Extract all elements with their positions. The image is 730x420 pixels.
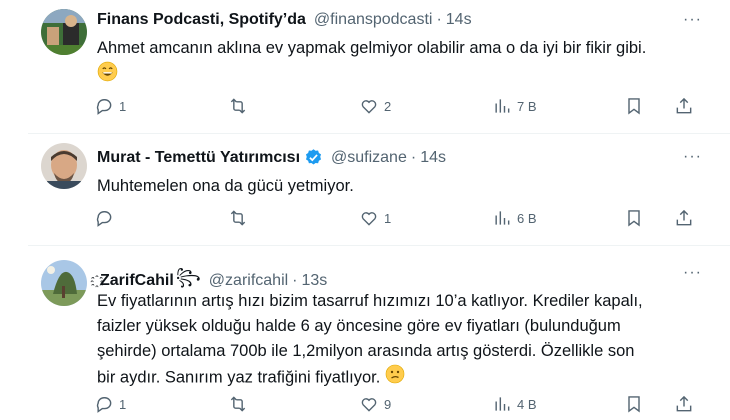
view-count: 7 B [517,98,537,114]
more-options-button[interactable]: ··· [683,148,702,166]
tweet-actions: 1 2 7 B [94,96,692,120]
reply-button[interactable]: 1 [94,394,126,414]
share-icon [676,209,692,226]
more-options-button[interactable]: ··· [683,264,702,282]
display-name[interactable]: Murat - Temettü Yatırımcısı [97,149,300,167]
heart-icon [361,398,377,412]
user-handle[interactable]: @sufizane [331,149,407,167]
reply-count: 1 [119,98,127,114]
verified-badge-icon [305,149,322,165]
tweet-text-content: Muhtemelen ona da gücü yetmiyor. [97,177,354,195]
like-count: 2 [384,98,392,114]
share-icon [676,395,692,412]
bookmark-icon [628,98,640,115]
share-button[interactable] [674,96,694,116]
tweet-1[interactable]: Finans Podcasti, Spotify’da @finanspodca… [0,0,730,133]
views-button[interactable]: 6 B [492,208,537,228]
analytics-icon [495,211,510,225]
views-button[interactable]: 7 B [492,96,537,116]
share-button[interactable] [674,394,694,414]
user-handle[interactable]: @zarifcahil [209,272,288,290]
separator-dot: · [410,148,417,166]
separator-dot: · [436,11,442,28]
bookmark-button[interactable] [624,96,644,116]
avatar[interactable] [41,260,87,306]
like-button[interactable]: 1 [359,208,391,228]
reply-icon [96,211,112,227]
view-count: 4 B [517,396,537,412]
timestamp[interactable]: 14s [420,149,446,167]
grinning-face-emoji-icon [97,61,118,90]
tweet-header: Finans Podcasti, Spotify’da @finanspodca… [97,11,472,29]
analytics-icon [495,99,510,113]
display-name[interactable]: Finans Podcasti, Spotify’da [97,11,306,29]
like-button[interactable]: 9 [359,394,391,414]
retweet-icon [230,396,246,412]
share-icon [676,97,692,114]
view-count: 6 B [517,210,537,226]
retweet-icon [230,210,246,226]
tweet-actions: 1 9 4 B [94,394,692,418]
tweet-header: Murat - Temettü Yatırımcısı @sufizane · … [97,148,446,167]
tweet-2[interactable]: Murat - Temettü Yatırımcısı @sufizane · … [0,134,730,244]
avatar-image [41,260,87,306]
avatar[interactable] [41,9,87,55]
analytics-icon [495,397,510,411]
tweet-actions: 1 6 B [94,208,692,232]
heart-icon [361,212,377,226]
tweet-text-line: şehirde) ortalama 700b ile 1,2milyon ara… [97,342,635,360]
tweet-text-line: Ev fiyatlarının artış hızı bizim tasarru… [97,292,643,310]
tweet-text-line: faizler yüksek olduğu halde 6 ay öncesin… [97,317,621,335]
retweet-icon [230,98,246,114]
bookmark-button[interactable] [624,208,644,228]
avatar-image [41,9,87,55]
reply-count: 1 [119,396,127,412]
timestamp[interactable]: 13s [302,272,328,290]
user-handle[interactable]: @finanspodcasti [314,11,433,29]
tweet-3[interactable]: ҈ ZarifCahil ꧂ @zarifcahil · 13s ··· Ev … [0,246,730,420]
retweet-button[interactable] [228,208,253,228]
like-count: 1 [384,210,392,226]
avatar-image [41,143,87,189]
bookmark-icon [628,396,640,413]
avatar[interactable] [41,143,87,189]
bookmark-icon [628,210,640,227]
bookmark-button[interactable] [624,394,644,414]
retweet-button[interactable] [228,394,253,414]
tweet-text: Muhtemelen ona da gücü yetmiyor. [97,174,697,199]
tweet-text: Ev fiyatlarının artış hızı bizim tasarru… [97,289,717,392]
tweet-text-line: bir aydır. Sanırım yaz trafiğini fiyatlı… [97,368,381,387]
tweet-text-content: Ahmet amcanın aklına ev yapmak gelmiyor … [97,39,647,57]
like-count: 9 [384,396,392,412]
timestamp[interactable]: 14s [446,11,472,29]
more-options-button[interactable]: ··· [683,11,702,29]
reply-button[interactable] [94,208,119,228]
reply-icon [96,99,112,115]
retweet-button[interactable] [228,96,253,116]
share-button[interactable] [674,208,694,228]
confused-face-emoji-icon [385,364,405,392]
reply-icon [96,397,112,413]
reply-button[interactable]: 1 [94,96,126,116]
display-name[interactable]: ZarifCahil [100,272,174,290]
separator-dot: · [292,271,298,289]
heart-icon [361,100,377,114]
like-button[interactable]: 2 [359,96,391,116]
views-button[interactable]: 4 B [492,394,537,414]
tweet-text: Ahmet amcanın aklına ev yapmak gelmiyor … [97,36,697,90]
